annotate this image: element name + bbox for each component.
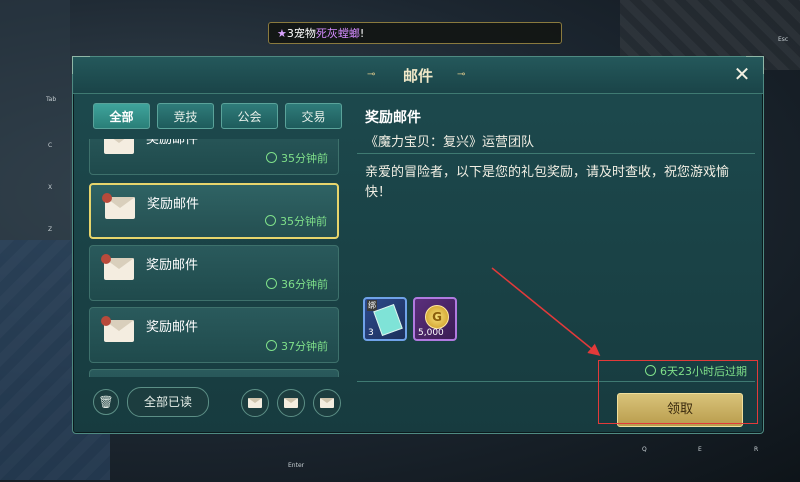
key-hint-q: Q <box>642 446 647 453</box>
mail-item-title: 奖励邮件 <box>146 258 199 273</box>
divider <box>357 153 755 154</box>
key-hint-enter: Enter <box>288 462 305 469</box>
annotation-highlight-box <box>598 360 758 424</box>
wax-seal-icon <box>101 254 111 264</box>
key-hint-z: Z <box>48 226 53 233</box>
key-hint-c: C <box>48 142 53 149</box>
wax-seal-icon <box>101 316 111 326</box>
attachment-quantity: 3 <box>368 328 374 338</box>
key-hint-esc: Esc <box>778 36 789 43</box>
filter-unread-button[interactable] <box>241 389 269 417</box>
window-title: 邮件 <box>402 67 433 85</box>
wax-seal-icon <box>102 193 112 203</box>
attachment-quantity: 5,000 <box>418 328 444 338</box>
mail-item-title: 奖励邮件 <box>146 320 199 335</box>
mail-item-time: 36分钟前 <box>266 276 328 292</box>
tab-guild[interactable]: 公会 <box>221 103 278 129</box>
star-icon: ★ <box>277 27 287 40</box>
mail-item-time-text: 36分钟前 <box>281 278 328 291</box>
mail-item-selected[interactable]: 奖励邮件 35分钟前 <box>89 183 339 239</box>
mail-list-pane: 全部 竞技 公会 交易 奖励邮件 35分钟前 奖励邮件 35分钟前 奖励邮件 3… <box>89 101 343 421</box>
envelope-icon <box>102 193 135 219</box>
mail-item[interactable]: 奖励邮件 36分钟前 <box>89 245 339 301</box>
filter-read-button[interactable] <box>277 389 305 417</box>
mail-actions-bar: 🗑 全部已读 <box>89 387 343 417</box>
system-notification: ★3宠物死灰螳螂! <box>268 22 562 44</box>
bound-badge: 绑 <box>367 300 377 311</box>
card-icon <box>373 304 403 336</box>
mail-item[interactable]: 奖励邮件 35分钟前 <box>89 139 339 175</box>
attachment-gold-coin[interactable]: G 5,000 <box>413 297 457 341</box>
mail-item-time: 35分钟前 <box>265 213 327 229</box>
title-bar: ⊸ 邮件 ⊸ ✕ <box>73 57 763 94</box>
clock-icon <box>266 152 277 163</box>
mail-detail-title: 奖励邮件 <box>365 110 421 126</box>
mail-item-time: 37分钟前 <box>266 338 328 354</box>
tab-trade[interactable]: 交易 <box>285 103 342 129</box>
mail-list[interactable]: 奖励邮件 35分钟前 奖励邮件 35分钟前 奖励邮件 36分钟前 奖励邮件 37… <box>89 139 343 377</box>
sealed-envelope-icon <box>320 398 334 408</box>
title-ornament-right-icon: ⊸ <box>457 69 466 80</box>
tab-all[interactable]: 全部 <box>93 103 150 129</box>
clock-icon <box>266 340 277 351</box>
delete-button[interactable]: 🗑 <box>93 389 119 415</box>
mail-item[interactable]: 奖励邮件 37分钟前 <box>89 307 339 363</box>
mail-item-title: 奖励邮件 <box>146 139 199 147</box>
filter-reward-button[interactable] <box>313 389 341 417</box>
envelope-icon <box>104 139 134 154</box>
read-all-button[interactable]: 全部已读 <box>127 387 209 417</box>
key-hint-e: E <box>698 446 702 453</box>
key-hint-r: R <box>754 446 759 453</box>
mail-body: 亲爱的冒险者，以下是您的礼包奖励，请及时查收，祝您游戏愉快！ <box>365 165 730 200</box>
envelope-icon <box>101 316 134 342</box>
clock-icon <box>266 278 277 289</box>
tab-arena[interactable]: 竞技 <box>157 103 214 129</box>
mail-item-time-text: 37分钟前 <box>281 340 328 353</box>
notification-prefix: 3宠物 <box>286 27 316 40</box>
envelope-icon <box>101 254 134 280</box>
mail-item-time-text: 35分钟前 <box>280 215 327 228</box>
notification-suffix: ! <box>359 27 365 40</box>
attachment-card-item[interactable]: 绑 3 <box>363 297 407 341</box>
mail-item-partial[interactable] <box>89 369 339 377</box>
trash-icon: 🗑 <box>98 395 114 409</box>
key-hint-tab: Tab <box>46 96 57 103</box>
notification-highlight: 死灰螳螂 <box>315 27 360 40</box>
mail-sender: 《魔力宝贝：复兴》运营团队 <box>365 135 535 150</box>
open-envelope-icon <box>284 398 298 408</box>
mail-item-time-text: 35分钟前 <box>281 152 328 165</box>
mail-item-time: 35分钟前 <box>266 150 328 166</box>
envelope-icon <box>248 398 262 408</box>
close-button[interactable]: ✕ <box>731 63 753 85</box>
mail-item-title: 奖励邮件 <box>147 197 200 212</box>
clock-icon <box>265 215 276 226</box>
mail-tabs: 全部 竞技 公会 交易 <box>93 103 343 129</box>
gold-coin-icon: G <box>425 305 449 329</box>
background-building <box>0 0 70 240</box>
key-hint-x: X <box>48 184 53 191</box>
